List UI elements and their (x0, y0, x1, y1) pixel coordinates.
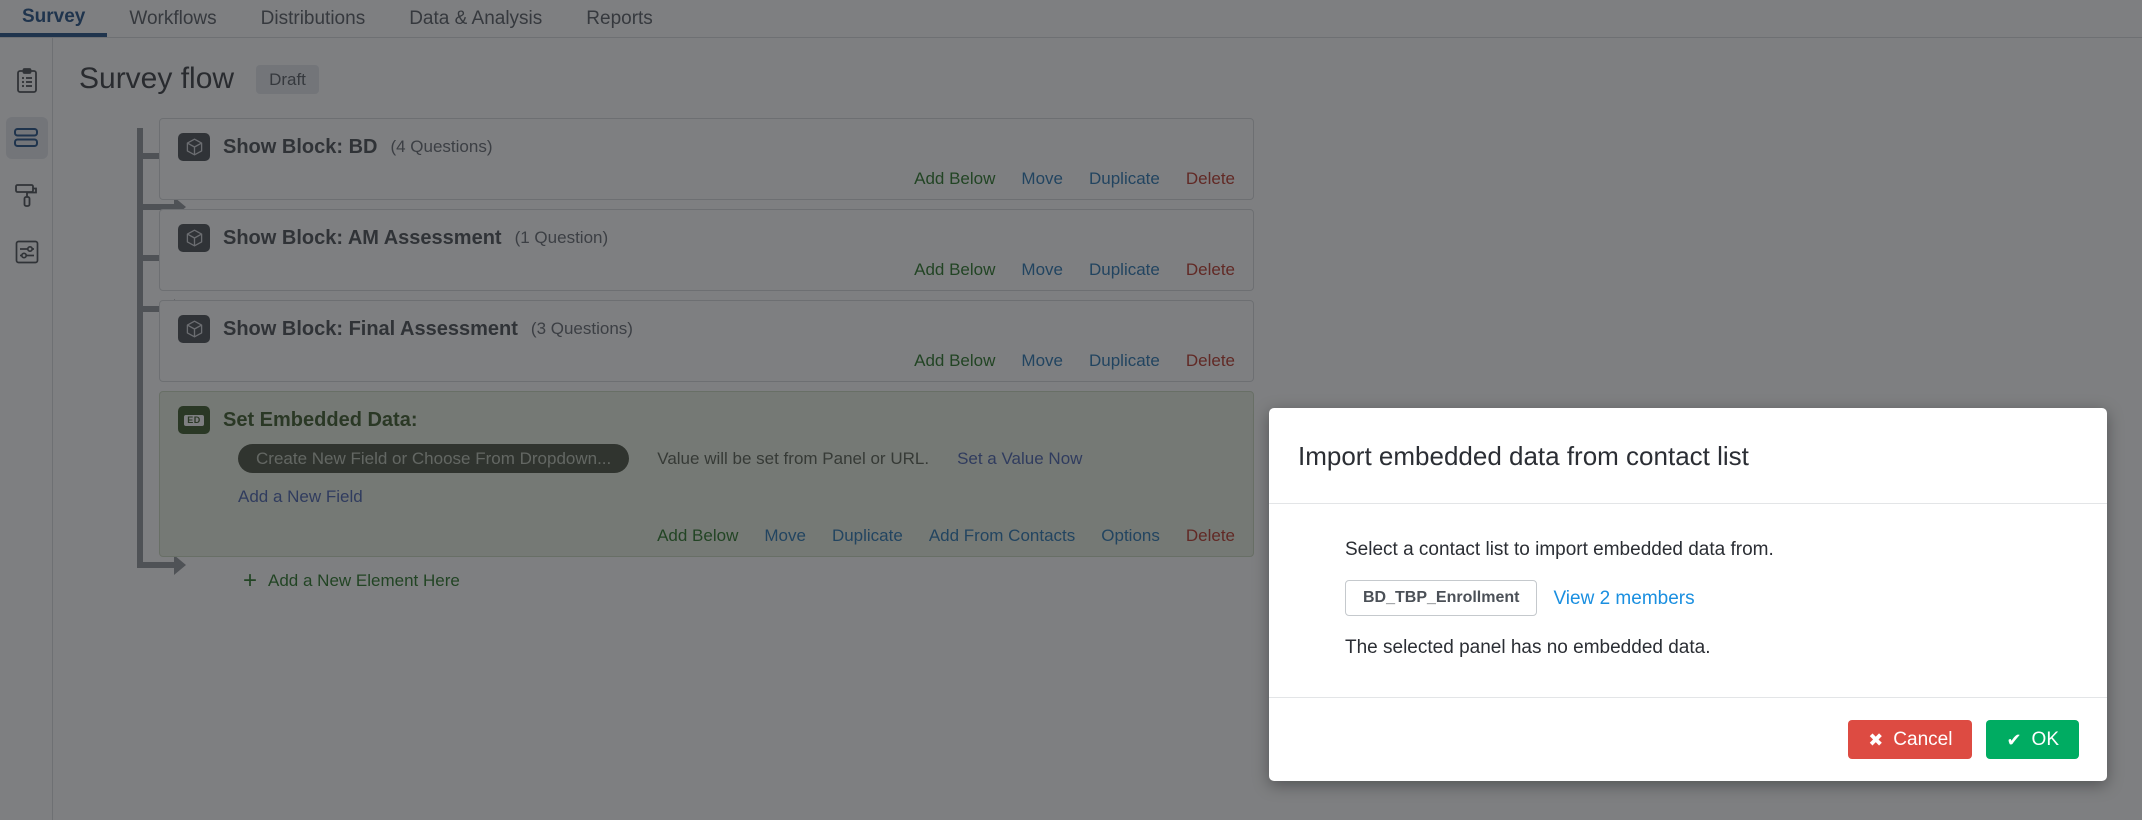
cancel-button[interactable]: ✖ Cancel (1848, 720, 1973, 759)
dialog-body: Select a contact list to import embedded… (1269, 504, 2107, 697)
check-icon: ✔ (2006, 729, 2022, 750)
dialog-title: Import embedded data from contact list (1298, 440, 1749, 471)
ok-button-label: OK (2031, 729, 2059, 750)
dialog-instruction: Select a contact list to import embedded… (1345, 539, 1774, 560)
contact-list-select-button[interactable]: BD_TBP_Enrollment (1345, 580, 1538, 616)
no-embedded-data-message: The selected panel has no embedded data. (1345, 637, 1711, 658)
view-members-link[interactable]: View 2 members (1553, 589, 1694, 608)
close-icon: ✖ (1868, 729, 1884, 750)
import-embedded-data-dialog: Import embedded data from contact list S… (1269, 408, 2107, 781)
dialog-footer: ✖ Cancel ✔ OK (1269, 697, 2107, 781)
ok-button[interactable]: ✔ OK (1986, 720, 2079, 759)
dialog-header: Import embedded data from contact list (1269, 408, 2107, 504)
contact-list-row: BD_TBP_Enrollment View 2 members (1345, 580, 2107, 616)
cancel-button-label: Cancel (1893, 729, 1953, 750)
